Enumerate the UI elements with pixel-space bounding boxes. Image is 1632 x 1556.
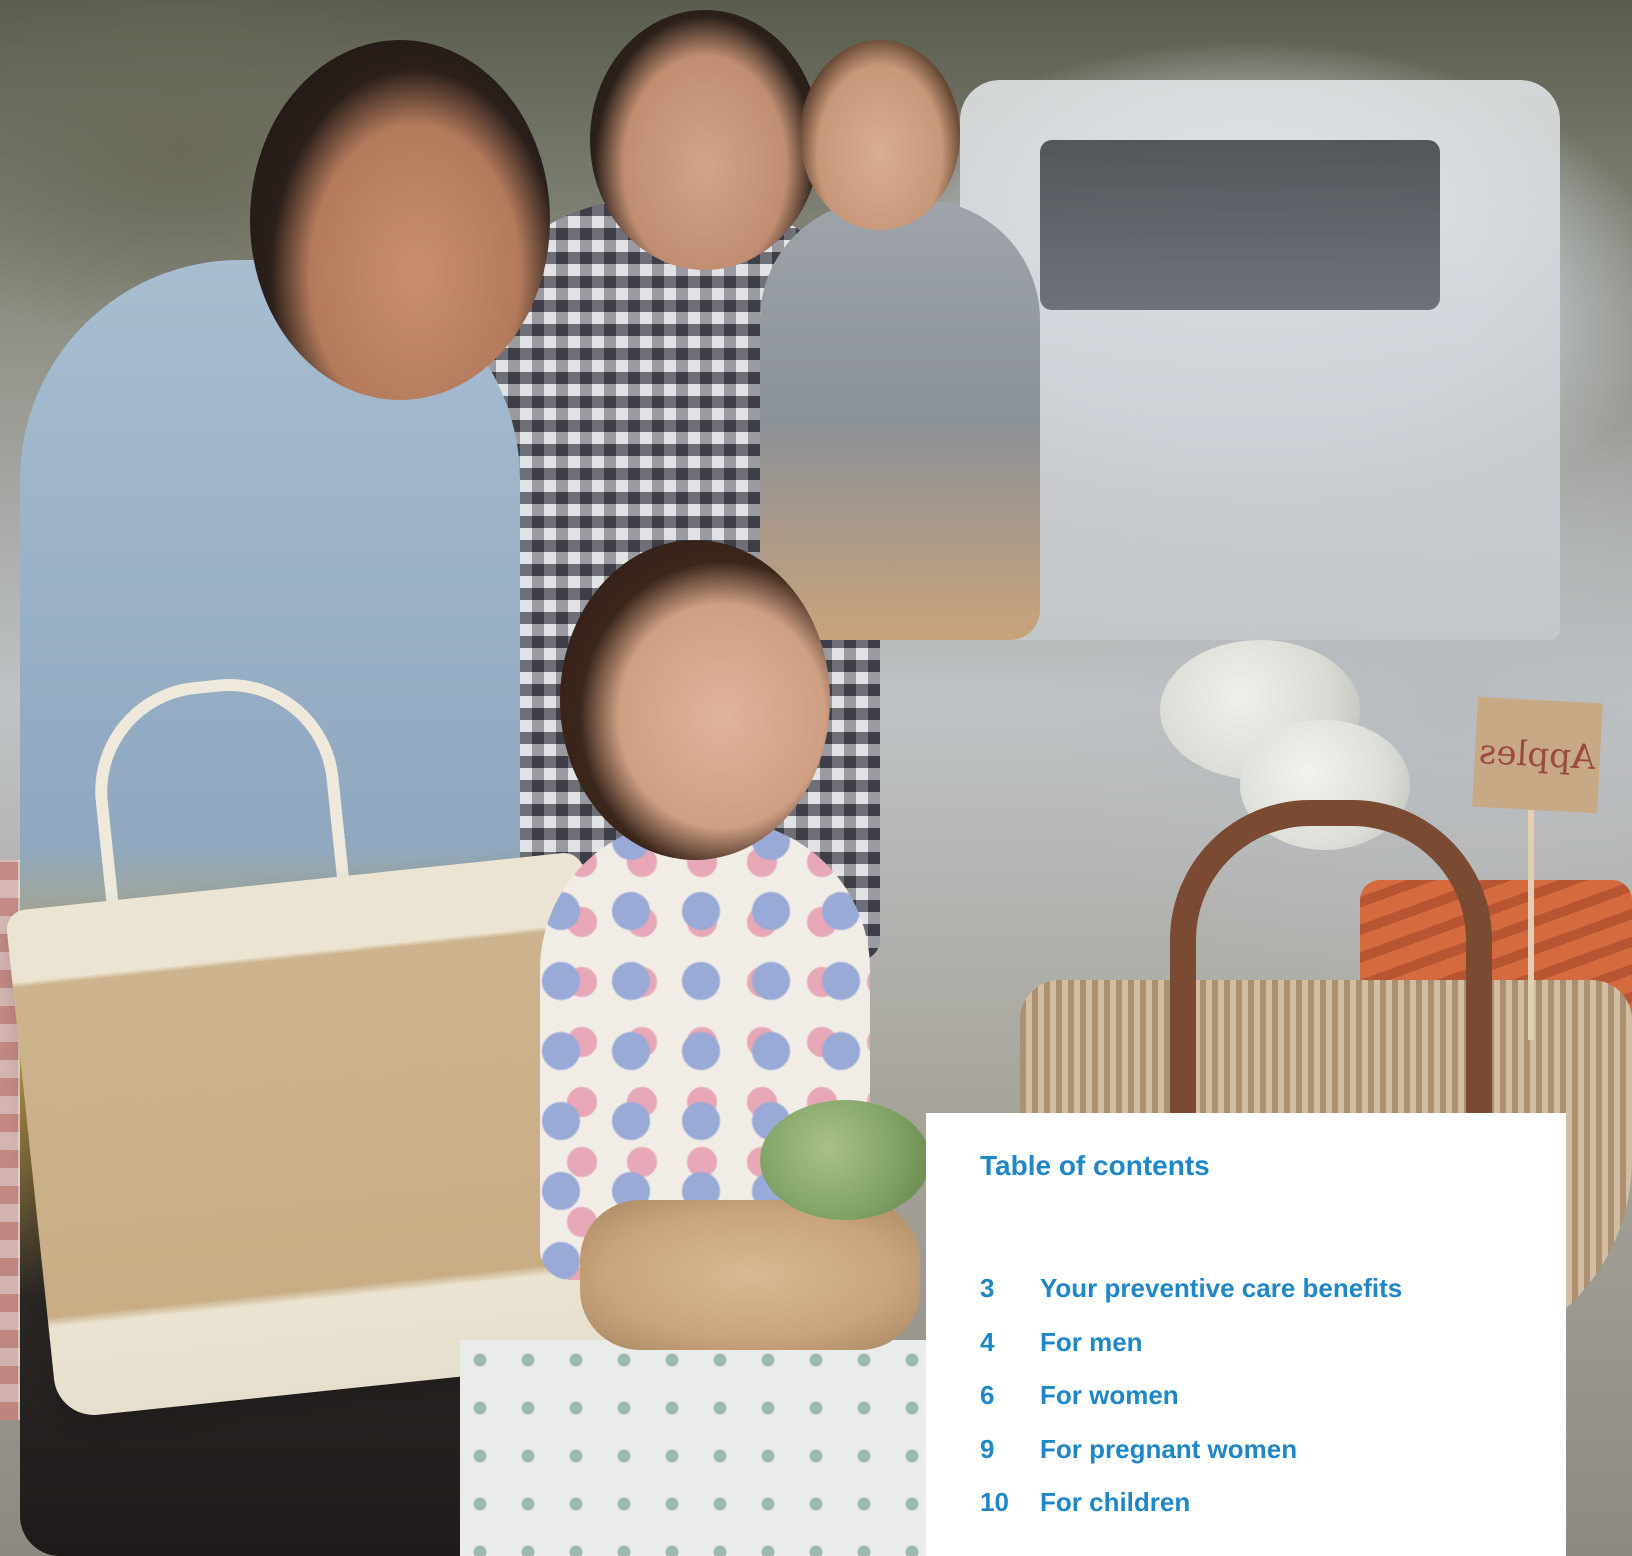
girl-head — [560, 540, 830, 860]
toc-item-for-pregnant-women[interactable]: 9 For pregnant women — [980, 1434, 1540, 1488]
ginger-produce — [580, 1200, 920, 1350]
basket-handle — [1170, 800, 1492, 1156]
apples-sign-text: Apples — [1478, 731, 1597, 779]
toc-page-number: 4 — [980, 1326, 995, 1357]
toc-page-number: 6 — [980, 1380, 995, 1410]
artichoke-produce — [760, 1100, 930, 1220]
document-page: Apples Table of contents 3 Your preventi… — [0, 0, 1632, 1556]
toc-item-label: For men — [1040, 1326, 1143, 1357]
toc-page-number: 10 — [980, 1487, 1009, 1517]
toc-item-preventive-care[interactable]: 3 Your preventive care benefits — [980, 1273, 1540, 1327]
patterned-tablecloth — [460, 1340, 930, 1556]
toc-item-label: For pregnant women — [1040, 1433, 1298, 1464]
toc-item-label: Your preventive care benefits — [1040, 1273, 1403, 1303]
toc-title: Table of contents — [980, 1150, 1210, 1181]
table-of-contents-card: Table of contents 3 Your preventive care… — [926, 1113, 1566, 1556]
toc-item-for-men[interactable]: 4 For men — [980, 1327, 1540, 1381]
toc-page-number: 9 — [980, 1433, 995, 1464]
toc-page-number: 3 — [980, 1273, 995, 1303]
toc-item-label: For women — [1040, 1380, 1179, 1410]
toddler-figure — [760, 200, 1040, 640]
sign-stick — [1528, 810, 1534, 1040]
toc-item-for-women[interactable]: 6 For women — [980, 1380, 1540, 1434]
toddler-head — [800, 40, 960, 230]
toc-item-for-children[interactable]: 10 For children — [980, 1487, 1540, 1541]
truck-window — [1040, 140, 1440, 310]
toc-item-label: For children — [1040, 1487, 1191, 1517]
toc-list: 3 Your preventive care benefits 4 For me… — [980, 1273, 1540, 1541]
man-head — [590, 10, 820, 270]
woman-head — [250, 40, 550, 400]
apples-sign: Apples — [1472, 696, 1603, 814]
